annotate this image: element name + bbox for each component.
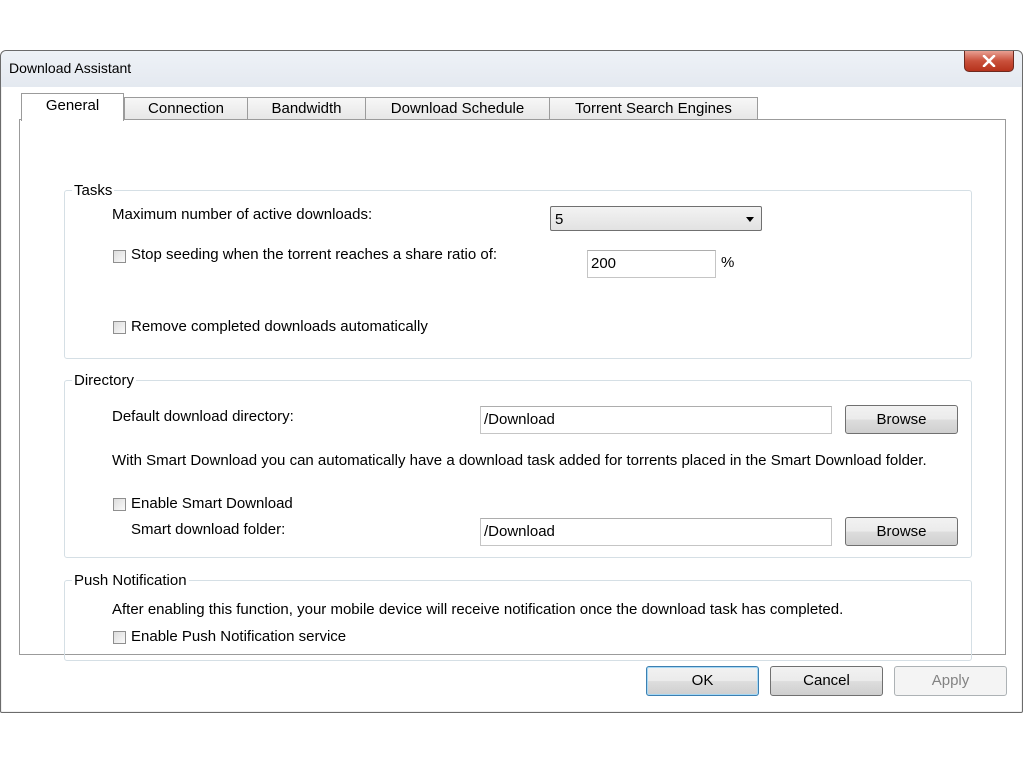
tab-connection[interactable]: Connection xyxy=(124,97,248,120)
push-notification-group xyxy=(64,580,972,661)
ok-button[interactable]: OK xyxy=(646,666,759,696)
tab-download-schedule[interactable]: Download Schedule xyxy=(365,97,550,120)
browse-default-dir-button[interactable]: Browse xyxy=(845,405,958,434)
enable-push-checkbox[interactable] xyxy=(113,631,126,644)
apply-button[interactable]: Apply xyxy=(894,666,1007,696)
window-title: Download Assistant xyxy=(9,60,132,76)
directory-group-title: Directory xyxy=(72,372,137,389)
stop-seeding-checkbox[interactable] xyxy=(113,250,126,263)
enable-push-label: Enable Push Notification service xyxy=(131,628,347,645)
stop-seeding-label: Stop seeding when the torrent reaches a … xyxy=(131,246,498,263)
tab-control: General Connection Bandwidth Download Sc… xyxy=(19,93,1006,661)
default-dir-input[interactable]: /Download xyxy=(480,406,832,434)
push-notification-group-title: Push Notification xyxy=(72,572,189,589)
push-notification-info: After enabling this function, your mobil… xyxy=(112,601,844,618)
browse-smart-folder-button[interactable]: Browse xyxy=(845,517,958,546)
remove-completed-label: Remove completed downloads automatically xyxy=(131,318,428,335)
share-ratio-unit: % xyxy=(721,254,735,271)
smart-folder-label: Smart download folder: xyxy=(131,521,286,538)
chevron-down-icon xyxy=(746,217,754,222)
close-button[interactable] xyxy=(964,51,1014,72)
enable-smart-download-checkbox[interactable] xyxy=(113,498,126,511)
default-dir-label: Default download directory: xyxy=(112,408,294,425)
title-bar[interactable]: Download Assistant xyxy=(1,51,1022,87)
max-downloads-value: 5 xyxy=(555,211,564,228)
close-icon xyxy=(982,55,996,67)
remove-completed-checkbox[interactable] xyxy=(113,321,126,334)
general-tab-panel: Tasks Maximum number of active downloads… xyxy=(19,119,1006,661)
tasks-group-title: Tasks xyxy=(72,182,115,199)
max-downloads-label: Maximum number of active downloads: xyxy=(112,206,373,223)
share-ratio-input[interactable]: 200 xyxy=(587,250,716,278)
tab-torrent-search-engines[interactable]: Torrent Search Engines xyxy=(549,97,758,120)
max-downloads-select[interactable]: 5 xyxy=(550,206,762,231)
tab-general[interactable]: General xyxy=(21,93,124,121)
tab-bandwidth[interactable]: Bandwidth xyxy=(247,97,366,120)
cancel-button[interactable]: Cancel xyxy=(770,666,883,696)
smart-download-info: With Smart Download you can automaticall… xyxy=(112,452,927,469)
enable-smart-download-label: Enable Smart Download xyxy=(131,495,293,512)
smart-folder-input[interactable]: /Download xyxy=(480,518,832,546)
download-assistant-window: Download Assistant General Connection Ba… xyxy=(0,50,1023,713)
